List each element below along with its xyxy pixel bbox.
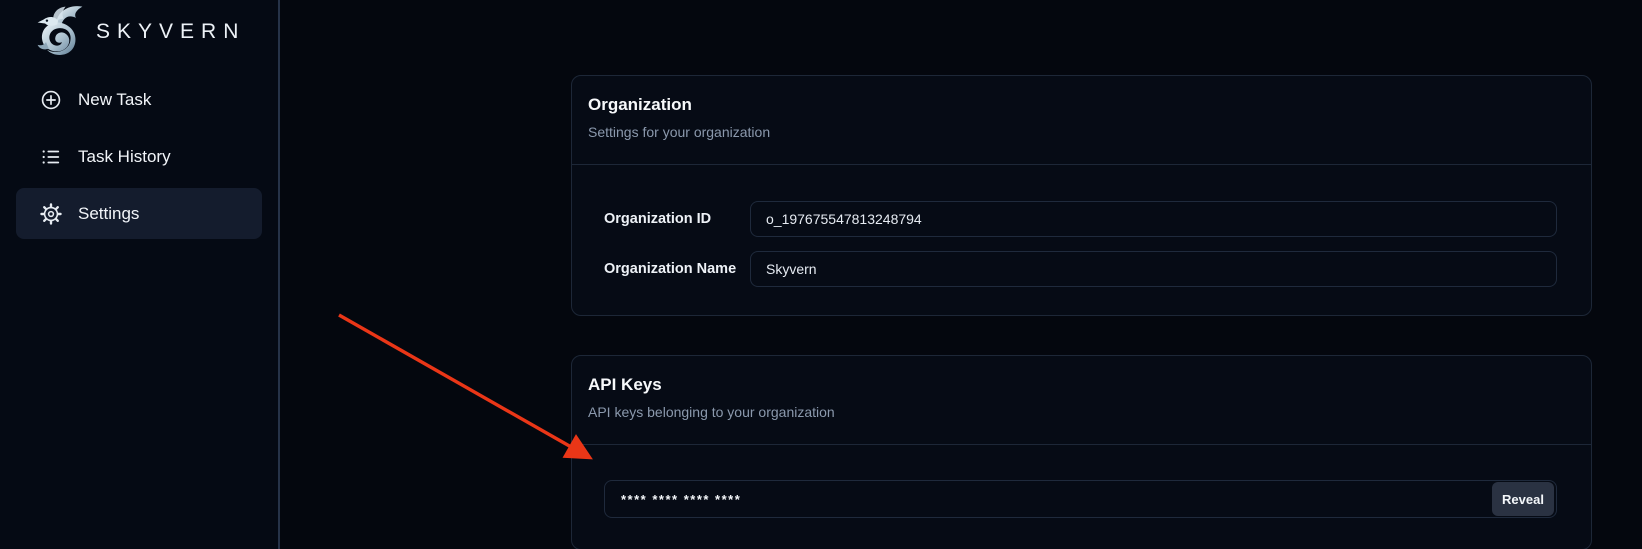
organization-name-label: Organization Name — [604, 261, 742, 277]
sidebar-item-new-task[interactable]: New Task — [16, 74, 262, 125]
gear-icon — [40, 203, 62, 225]
api-key-field[interactable]: **** **** **** **** Reveal — [604, 480, 1557, 518]
list-icon — [40, 146, 62, 168]
sidebar-item-label: Settings — [78, 204, 139, 224]
organization-card-header: Organization Settings for your organizat… — [572, 76, 1591, 165]
api-keys-card: API Keys API keys belonging to your orga… — [571, 355, 1592, 549]
sidebar-item-label: Task History — [78, 147, 171, 167]
sidebar: SKYVERN New Task — [0, 0, 280, 549]
sidebar-item-task-history[interactable]: Task History — [16, 131, 262, 182]
organization-card: Organization Settings for your organizat… — [571, 75, 1592, 316]
organization-name-input[interactable] — [750, 251, 1557, 287]
api-keys-card-title: API Keys — [588, 375, 1575, 395]
brand-logo[interactable]: SKYVERN — [0, 0, 278, 60]
plus-circle-icon — [40, 89, 62, 111]
organization-id-input[interactable] — [750, 201, 1557, 237]
sidebar-item-label: New Task — [78, 90, 151, 110]
brand-name: SKYVERN — [96, 20, 245, 44]
api-key-masked-value: **** **** **** **** — [621, 492, 1492, 507]
reveal-button[interactable]: Reveal — [1492, 482, 1554, 516]
organization-name-row: Organization Name — [604, 251, 1557, 287]
sidebar-item-settings[interactable]: Settings — [16, 188, 262, 239]
api-keys-card-header: API Keys API keys belonging to your orga… — [572, 356, 1591, 445]
dragon-logo-icon — [30, 2, 90, 63]
api-keys-card-subtitle: API keys belonging to your organization — [588, 404, 1575, 420]
main-content: Organization Settings for your organizat… — [280, 0, 1642, 549]
organization-id-row: Organization ID — [604, 201, 1557, 237]
api-keys-card-content: **** **** **** **** Reveal — [572, 445, 1591, 549]
organization-card-title: Organization — [588, 95, 1575, 115]
organization-id-label: Organization ID — [604, 211, 742, 227]
organization-card-subtitle: Settings for your organization — [588, 124, 1575, 140]
sidebar-nav: New Task Task History — [0, 74, 278, 239]
organization-card-content: Organization ID Organization Name — [572, 165, 1591, 315]
